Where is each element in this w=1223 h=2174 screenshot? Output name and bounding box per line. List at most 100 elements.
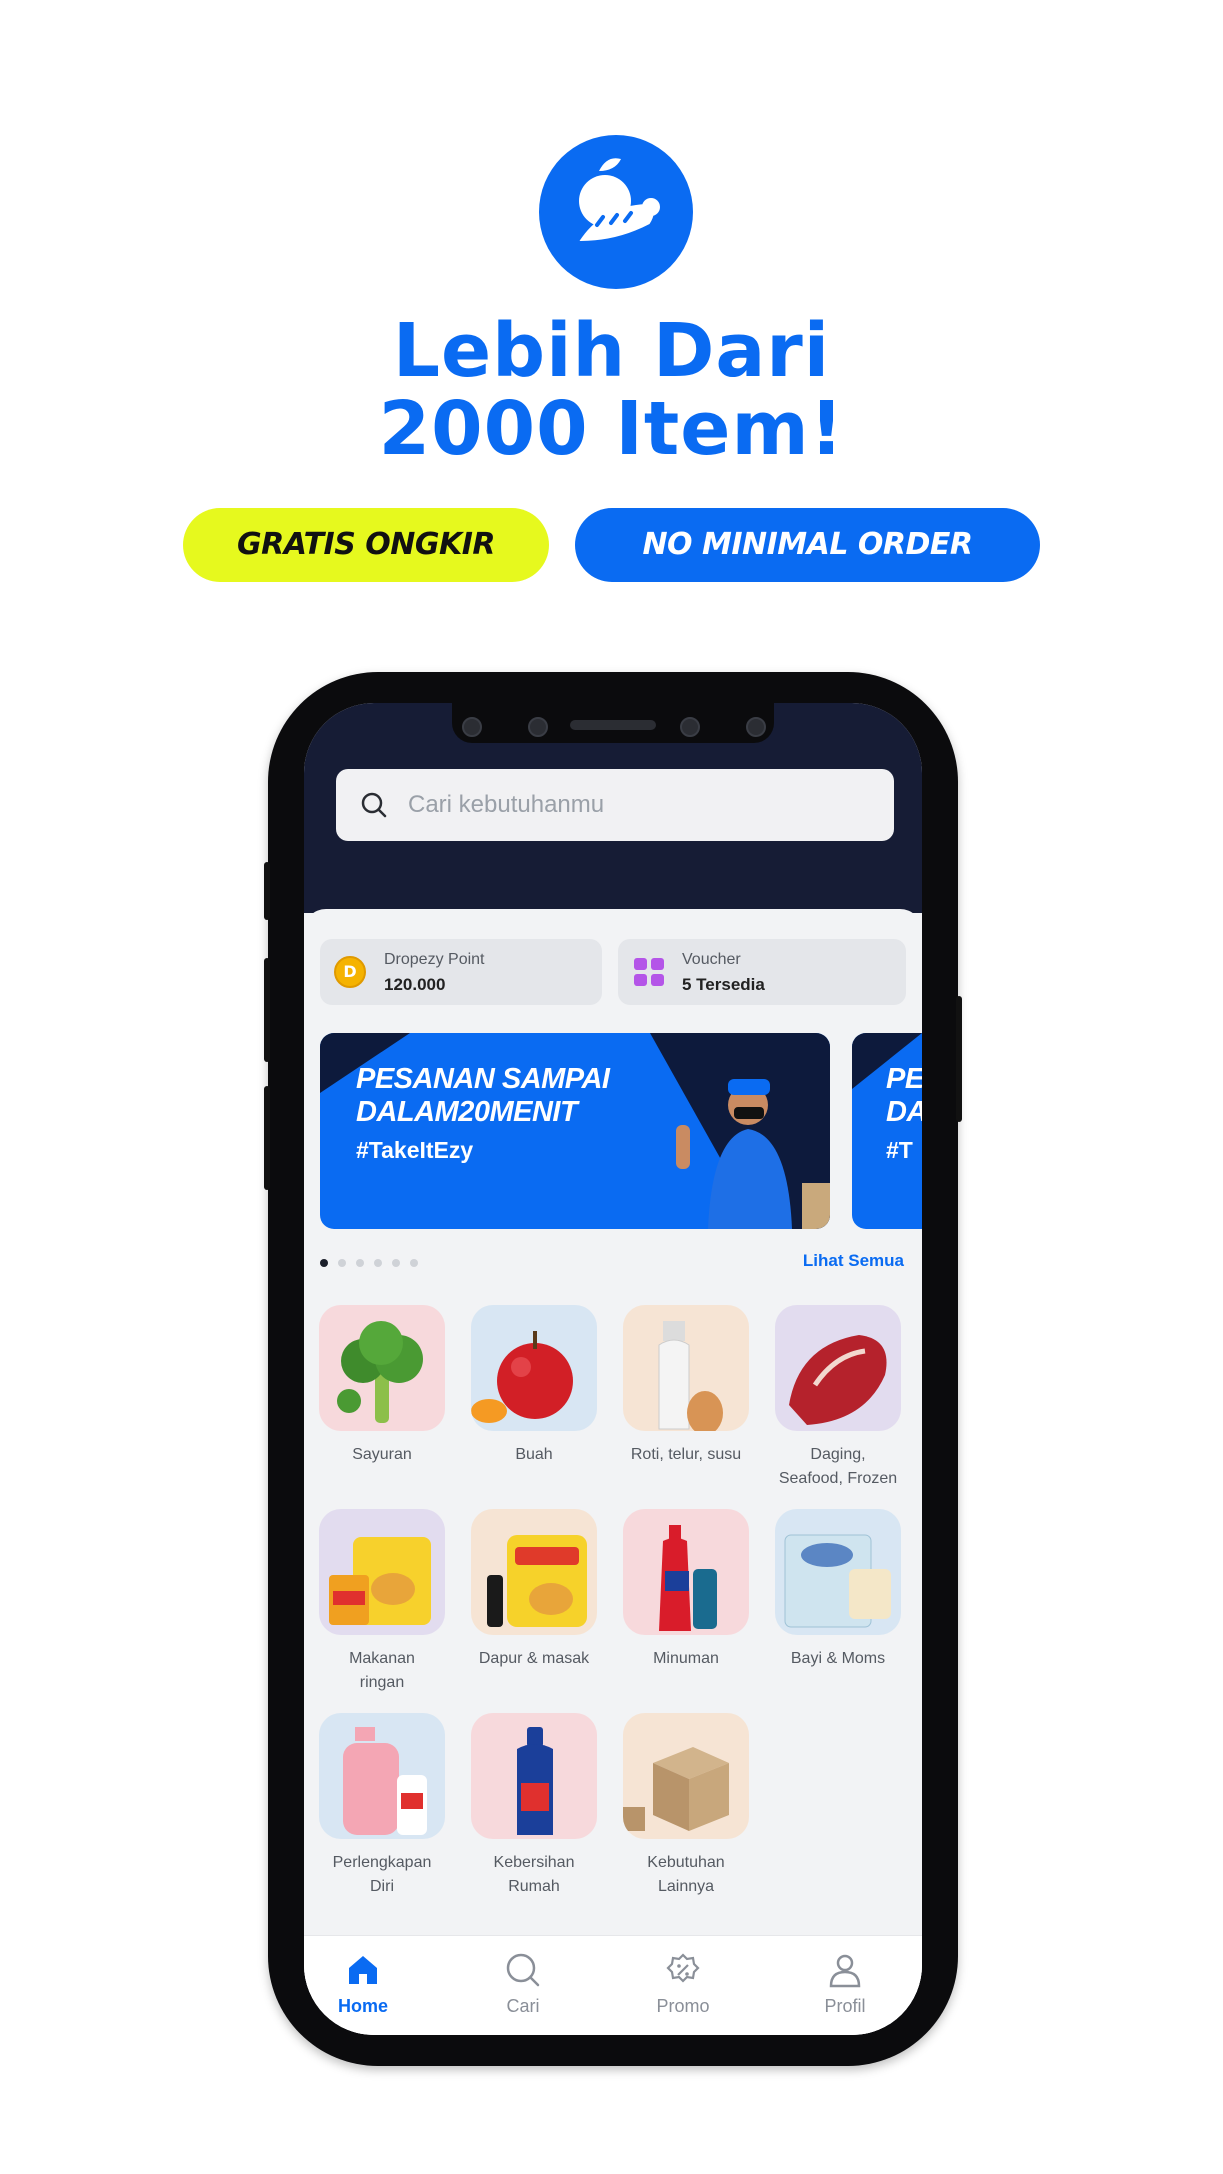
banner-title: PESANAN SAMPAI DALAM20MENIT xyxy=(356,1063,610,1129)
search-input[interactable]: Cari kebutuhanmu xyxy=(408,769,604,841)
banner-hashtag: #T xyxy=(886,1137,913,1163)
cooking-oil-icon xyxy=(471,1509,597,1635)
home-content: D Dropezy Point 120.000 Voucher 5 Tersed… xyxy=(304,909,922,2035)
search-bar[interactable]: Cari kebutuhanmu xyxy=(336,769,894,841)
cleaner-bottle-icon xyxy=(471,1713,597,1839)
search-icon xyxy=(506,1953,540,1987)
category-label-line-1: Kebersihan xyxy=(493,1854,575,1871)
points-label: Dropezy Point xyxy=(384,951,485,968)
category-label-line-1: Makanan xyxy=(349,1650,415,1667)
category-kebersihan-rumah[interactable]: Kebersihan Rumah xyxy=(464,1713,604,1899)
category-label: Makanan ringan xyxy=(312,1647,452,1695)
category-bayi-moms[interactable]: Bayi & Moms xyxy=(768,1509,908,1671)
speaker-grille xyxy=(570,720,656,730)
phone-side-button xyxy=(264,862,270,920)
app-screen: Cari kebutuhanmu D Dropezy Point 120.000… xyxy=(304,703,922,2035)
profile-icon xyxy=(829,1954,861,1988)
broccoli-icon xyxy=(319,1305,445,1431)
category-label-line-1: Roti, telur, susu xyxy=(630,1446,742,1463)
headline-line-2: 2000 Item! xyxy=(378,386,845,472)
banner-title-line-2: DA xyxy=(886,1096,922,1128)
category-dapur-masak[interactable]: Dapur & masak xyxy=(464,1509,604,1671)
soap-bottle-icon xyxy=(319,1713,445,1839)
category-label: Perlengkapan Diri xyxy=(312,1851,452,1899)
category-label-line-1: Bayi & Moms xyxy=(790,1650,886,1667)
promo-banner-next[interactable]: PE DA #T xyxy=(852,1033,922,1229)
free-shipping-badge: GRATIS ONGKIR xyxy=(183,508,549,582)
nav-profile-label: Profil xyxy=(824,1996,866,2016)
category-label-line-1: Perlengkapan xyxy=(332,1854,432,1871)
category-label-line-1: Sayuran xyxy=(352,1446,412,1463)
fruit-basket-logo xyxy=(539,135,693,289)
headline-line-1: Lebih Dari xyxy=(392,308,831,394)
category-minuman[interactable]: Minuman xyxy=(616,1509,756,1671)
nav-profile[interactable]: Profil xyxy=(790,1936,900,2035)
voucher-label: Voucher xyxy=(682,951,741,968)
voucher-value: 5 Tersedia xyxy=(682,975,765,994)
category-label: Kebersihan Rumah xyxy=(464,1851,604,1899)
carousel-dot-active[interactable] xyxy=(320,1259,328,1267)
category-buah[interactable]: Buah xyxy=(464,1305,604,1467)
category-label: Kebutuhan Lainnya xyxy=(616,1851,756,1899)
category-label: Daging, Seafood, Frozen xyxy=(768,1443,908,1491)
voucher-card[interactable]: Voucher 5 Tersedia xyxy=(618,939,906,1005)
home-icon xyxy=(349,1956,377,1984)
nav-promo-label: Promo xyxy=(656,1996,710,2016)
nav-search-label: Cari xyxy=(506,1996,540,2016)
nav-search[interactable]: Cari xyxy=(468,1936,578,2035)
dropezy-point-card[interactable]: D Dropezy Point 120.000 xyxy=(320,939,602,1005)
points-value: 120.000 xyxy=(384,975,446,994)
see-all-link[interactable]: Lihat Semua xyxy=(803,1251,904,1271)
nav-home-label: Home xyxy=(337,1996,388,2016)
category-label: Buah xyxy=(464,1443,604,1467)
category-label-line-2: Diri xyxy=(370,1878,394,1895)
category-label: Minuman xyxy=(616,1647,756,1671)
apple-icon xyxy=(471,1305,597,1431)
category-label-line-1: Dapur & masak xyxy=(478,1650,590,1667)
banner-title-line-1: PE xyxy=(886,1063,922,1095)
category-sayuran[interactable]: Sayuran xyxy=(312,1305,452,1467)
nav-home[interactable]: Home xyxy=(308,1936,418,2035)
carousel-dot[interactable] xyxy=(410,1259,418,1267)
box-icon xyxy=(623,1713,749,1839)
category-kebutuhan-lainnya[interactable]: Kebutuhan Lainnya xyxy=(616,1713,756,1899)
bottom-navigation: Home Cari Promo Profil xyxy=(304,1935,922,2035)
phone-side-button xyxy=(264,958,270,1062)
category-roti-telur-susu[interactable]: Roti, telur, susu xyxy=(616,1305,756,1467)
carousel-dot[interactable] xyxy=(374,1259,382,1267)
nav-promo[interactable]: Promo xyxy=(628,1936,738,2035)
banner-hashtag: #TakeItEzy xyxy=(356,1137,474,1163)
banner-title-line-2: DALAM20MENIT xyxy=(356,1096,578,1128)
category-label-line-2: Rumah xyxy=(508,1878,560,1895)
snacks-icon xyxy=(319,1509,445,1635)
promo-icon xyxy=(666,1953,700,1983)
drinks-icon xyxy=(623,1509,749,1635)
promo-banner[interactable]: PESANAN SAMPAI DALAM20MENIT #TakeItEzy xyxy=(320,1033,830,1229)
camera-icon xyxy=(462,717,482,737)
category-label-line-1: Minuman xyxy=(653,1650,719,1667)
milk-egg-icon xyxy=(623,1305,749,1431)
camera-icon xyxy=(528,717,548,737)
carousel-dot[interactable] xyxy=(392,1259,400,1267)
phone-power-button xyxy=(956,996,962,1122)
category-label-line-2: Lainnya xyxy=(657,1878,715,1895)
category-label-line-2: ringan xyxy=(359,1674,405,1691)
category-label: Sayuran xyxy=(312,1443,452,1467)
carousel-dot[interactable] xyxy=(356,1259,364,1267)
search-icon xyxy=(361,792,387,818)
no-minimum-order-badge: NO MINIMAL ORDER xyxy=(575,508,1040,582)
category-daging-seafood-frozen[interactable]: Daging, Seafood, Frozen xyxy=(768,1305,908,1491)
category-label-line-1: Daging, xyxy=(810,1446,866,1463)
phone-notch xyxy=(452,703,774,743)
category-perlengkapan-diri[interactable]: Perlengkapan Diri xyxy=(312,1713,452,1899)
category-label: Bayi & Moms xyxy=(768,1647,908,1671)
app-header: Cari kebutuhanmu xyxy=(304,703,922,913)
promo-headline: Lebih Dari 2000 Item! xyxy=(0,312,1223,468)
sensor-icon xyxy=(746,717,766,737)
diapers-icon xyxy=(775,1509,901,1635)
meat-icon xyxy=(775,1305,901,1431)
phone-side-button xyxy=(264,1086,270,1190)
carousel-dot[interactable] xyxy=(338,1259,346,1267)
category-label-line-2: Seafood, Frozen xyxy=(778,1470,898,1487)
category-makanan-ringan[interactable]: Makanan ringan xyxy=(312,1509,452,1695)
